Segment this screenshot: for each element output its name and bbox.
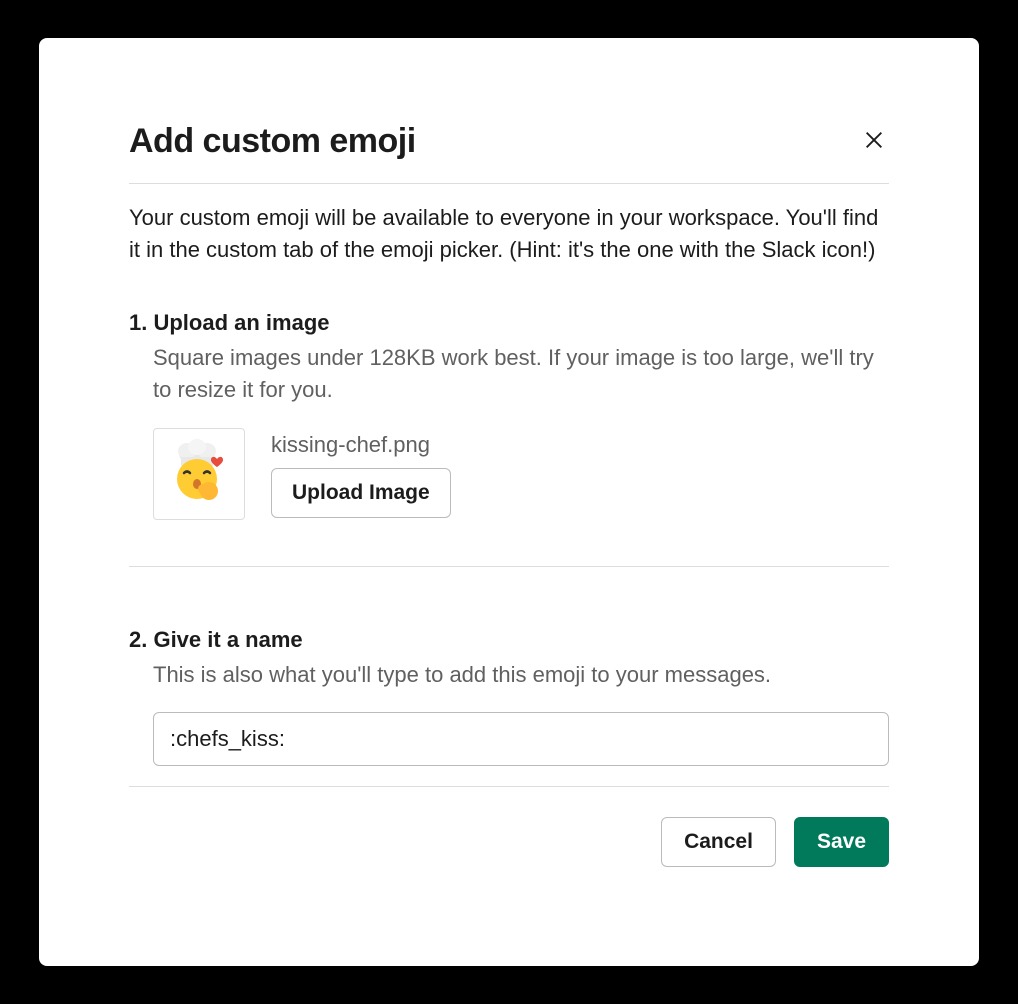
upload-image-button[interactable]: Upload Image xyxy=(271,468,451,518)
modal-footer: Cancel Save xyxy=(129,787,889,867)
chef-kiss-emoji-icon xyxy=(167,437,231,510)
upload-section: 1. Upload an image Square images under 1… xyxy=(129,310,889,520)
modal-header: Add custom emoji xyxy=(129,122,889,184)
name-section: 2. Give it a name This is also what you'… xyxy=(129,627,889,767)
upload-row: kissing-chef.png Upload Image xyxy=(129,428,889,520)
close-icon xyxy=(863,129,885,154)
close-button[interactable] xyxy=(859,125,889,158)
emoji-name-input[interactable] xyxy=(153,712,889,766)
filename-label: kissing-chef.png xyxy=(271,428,451,458)
emoji-preview xyxy=(153,428,245,520)
name-desc: This is also what you'll type to add thi… xyxy=(129,659,889,691)
name-title: 2. Give it a name xyxy=(129,627,889,653)
cancel-button[interactable]: Cancel xyxy=(661,817,776,867)
upload-desc: Square images under 128KB work best. If … xyxy=(129,342,889,406)
modal-body: Your custom emoji will be available to e… xyxy=(129,184,889,867)
save-button[interactable]: Save xyxy=(794,817,889,867)
intro-text: Your custom emoji will be available to e… xyxy=(129,202,889,266)
section-divider xyxy=(129,566,889,567)
upload-title: 1. Upload an image xyxy=(129,310,889,336)
add-emoji-modal: Add custom emoji Your custom emoji will … xyxy=(39,38,979,966)
modal-title: Add custom emoji xyxy=(129,122,416,161)
upload-column: kissing-chef.png Upload Image xyxy=(271,428,451,518)
